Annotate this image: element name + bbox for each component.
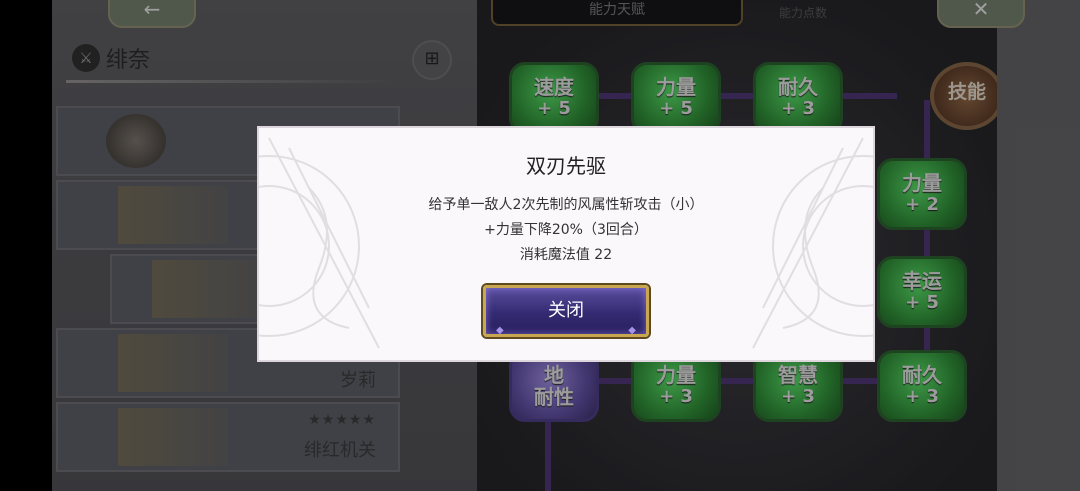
close-button[interactable]: ◆ 关闭 ◆	[483, 285, 649, 337]
close-button-label: 关闭	[548, 300, 584, 321]
skill-description-line: 给予单一敌人2次先制的风属性斩攻击（小）	[428, 197, 704, 213]
sparkle-icon: ◆	[628, 325, 636, 336]
skill-effect-line: +力量下降20%（3回合）	[484, 222, 648, 238]
game-screen: ⚔ 绯奈 ⊞ 岁莉 ★★★★★ 绯红机关 速度 + 5 力量 + 5 耐久 + …	[52, 0, 1080, 491]
screen-bezel	[0, 0, 52, 491]
dialog-title: 双刃先驱	[526, 154, 606, 178]
sparkle-icon: ◆	[496, 325, 504, 336]
mana-cost-line: 消耗魔法值 22	[519, 247, 613, 263]
skill-detail-dialog: 双刃先驱 给予单一敌人2次先制的风属性斩攻击（小） +力量下降20%（3回合） …	[257, 126, 875, 362]
